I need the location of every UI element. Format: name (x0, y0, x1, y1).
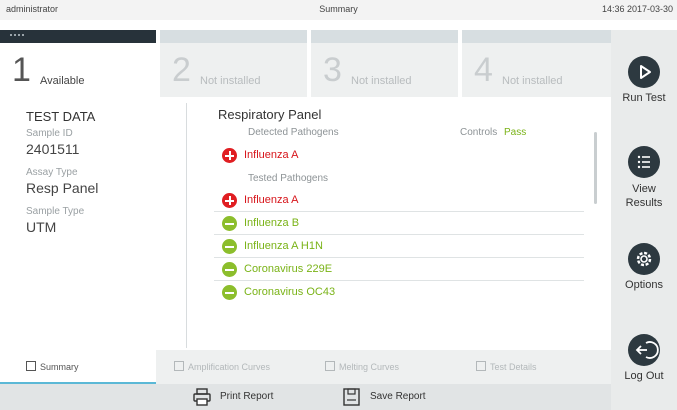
panel-title: Respiratory Panel (218, 107, 322, 122)
module-number: 2 (172, 51, 191, 89)
module-status: Not installed (502, 75, 563, 87)
save-icon (343, 388, 360, 406)
view-results-label: View Results (625, 183, 663, 209)
tab-summary[interactable]: Summary (0, 350, 156, 384)
module-status: Available (40, 75, 85, 87)
sample-type-label: Sample Type (26, 206, 85, 217)
results-scrollbar[interactable] (594, 132, 597, 204)
minus-icon (222, 262, 237, 277)
summary-icon (26, 361, 36, 371)
play-icon (628, 56, 660, 88)
curve-icon (174, 361, 184, 371)
controls-label: Controls (460, 127, 498, 138)
printer-icon (193, 388, 211, 406)
clock: 14:36 2017-03-30 (601, 4, 673, 14)
print-report-label: Print Report (220, 391, 274, 402)
detected-header: Detected Pathogens Controls Pass (248, 127, 584, 141)
tab-label: Summary (40, 362, 79, 372)
tested-pathogen-row: Influenza A H1N (214, 235, 584, 258)
tested-pathogen-row: Influenza B (214, 212, 584, 235)
module-tabs: 1 Available 2 Not installed 3 Not instal… (0, 30, 611, 97)
pathogen-name: Coronavirus OC43 (244, 286, 336, 298)
log-out-label: Log Out (624, 370, 664, 382)
module-tab-1[interactable]: 1 Available (0, 30, 156, 97)
run-test-button[interactable]: Run Test (611, 56, 677, 104)
tab-melting-curves[interactable]: Melting Curves (311, 350, 458, 384)
view-results-button[interactable]: View Results (611, 146, 677, 210)
tested-pathogen-row: Influenza A (214, 189, 584, 212)
options-button[interactable]: Options (611, 243, 677, 291)
pathogen-name: Influenza A H1N (244, 240, 323, 252)
controls-status: Pass (504, 127, 527, 138)
pathogen-name: Influenza B (244, 217, 300, 229)
assay-type-value: Resp Panel (26, 180, 99, 196)
tested-label: Tested Pathogens (248, 173, 329, 184)
minus-icon (222, 216, 237, 231)
status-bar: administrator Summary 14:36 2017-03-30 (0, 0, 677, 20)
module-tab-4[interactable]: 4 Not installed (462, 30, 611, 97)
tab-label: Melting Curves (339, 362, 400, 372)
action-bar: Print Report Save Report (0, 384, 611, 410)
detected-label: Detected Pathogens (248, 127, 339, 138)
results-panel[interactable]: Respiratory Panel Detected Pathogens Con… (210, 107, 584, 304)
module-status: Not installed (351, 75, 412, 87)
test-data-header: TEST DATA (26, 109, 96, 124)
plus-icon (222, 148, 237, 163)
tab-label: Test Details (490, 362, 537, 372)
log-out-button[interactable]: Log Out (611, 334, 677, 382)
run-test-label: Run Test (622, 92, 666, 104)
module-tab-2[interactable]: 2 Not installed (160, 30, 307, 97)
tab-label: Amplification Curves (188, 362, 271, 372)
tested-pathogen-row: Coronavirus OC43 (214, 281, 584, 304)
details-icon (476, 361, 486, 371)
curve-icon (325, 361, 335, 371)
module-number: 3 (323, 51, 342, 89)
test-data-panel: TEST DATA Sample ID 2401511 Assay Type R… (26, 109, 176, 235)
minus-icon (222, 285, 237, 300)
tested-pathogen-row: Coronavirus 229E (214, 258, 584, 281)
module-status: Not installed (200, 75, 261, 87)
sample-id-label: Sample ID (26, 128, 73, 139)
plus-icon (222, 193, 237, 208)
result-view-tabs: Summary Amplification Curves Melting Cur… (0, 350, 611, 384)
detected-pathogen-row: Influenza A (214, 144, 584, 167)
module-indicator (10, 34, 24, 37)
right-sidebar: Run Test View Results Options Log Out (611, 30, 677, 410)
pathogen-name: Influenza A (244, 149, 299, 161)
pathogen-name: Coronavirus 229E (244, 263, 333, 275)
pathogen-name: Influenza A (244, 194, 299, 206)
save-report-label: Save Report (370, 391, 426, 402)
module-tab-3[interactable]: 3 Not installed (311, 30, 458, 97)
minus-icon (222, 239, 237, 254)
screen-title: Summary (319, 4, 358, 14)
list-icon (628, 146, 660, 178)
summary-content: TEST DATA Sample ID 2401511 Assay Type R… (0, 97, 611, 350)
module-number: 4 (474, 51, 493, 89)
divider (186, 103, 187, 348)
module-number: 1 (12, 51, 31, 89)
logout-icon (628, 334, 660, 366)
sample-id-value: 2401511 (26, 141, 80, 157)
assay-type-label: Assay Type (26, 167, 78, 178)
tab-amplification-curves[interactable]: Amplification Curves (160, 350, 307, 384)
gear-icon (628, 243, 660, 275)
print-report-button[interactable]: Print Report (192, 384, 302, 410)
options-label: Options (625, 279, 663, 291)
save-report-button[interactable]: Save Report (342, 384, 452, 410)
tab-test-details[interactable]: Test Details (462, 350, 611, 384)
sample-type-value: UTM (26, 219, 57, 235)
